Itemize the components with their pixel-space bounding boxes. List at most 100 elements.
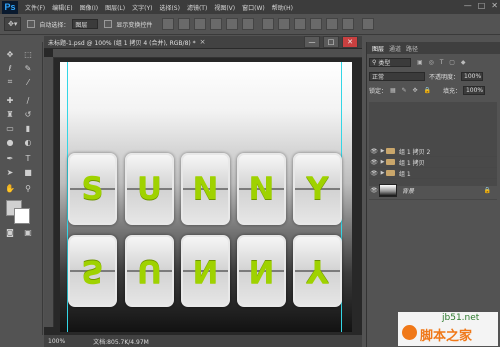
layer-name: 组 1 拷贝 [399, 159, 425, 167]
menu-type[interactable]: 文字(Y) [132, 3, 152, 12]
layer-filter-select[interactable]: ⚲ 类型 [369, 58, 411, 67]
zoom-tool-icon[interactable]: ⚲ [21, 182, 35, 194]
pen-tool-icon[interactable]: ✒ [3, 152, 17, 164]
fill-input[interactable]: 100% [462, 86, 485, 95]
minimize-button[interactable]: — [464, 1, 472, 10]
document-tab[interactable]: 未标题-1.psd @ 100% (组 1 拷贝 4 (合并), RGB/8) … [44, 36, 362, 49]
clone-stamp-tool-icon[interactable]: ♜ [3, 108, 17, 120]
align-left-icon[interactable] [210, 18, 223, 30]
reflection-tile[interactable]: S [68, 235, 117, 307]
quick-select-tool-icon[interactable]: ✎ [21, 62, 35, 74]
show-transform-checkbox[interactable] [104, 20, 113, 28]
blur-tool-icon[interactable]: ● [3, 136, 17, 148]
marquee-tool-icon[interactable]: ⬚ [21, 48, 35, 60]
distribute-top-icon[interactable] [262, 18, 275, 30]
doc-maximize-button[interactable]: □ [323, 36, 339, 48]
letter-n: N [192, 171, 219, 207]
distribute-left-icon[interactable] [310, 18, 323, 30]
align-vcenter-icon[interactable] [178, 18, 191, 30]
menu-filter[interactable]: 滤镜(T) [187, 3, 207, 12]
move-tool-icon[interactable]: ✥▾ [4, 17, 22, 31]
healing-brush-tool-icon[interactable]: ✚ [3, 94, 17, 106]
auto-align-icon[interactable] [362, 18, 375, 30]
screen-mode-icon[interactable]: ▣ [21, 226, 35, 238]
path-select-tool-icon[interactable]: ➤ [3, 166, 17, 178]
filter-kind-label: 类型 [378, 60, 391, 67]
move-tool-icon[interactable]: ✥ [3, 48, 17, 60]
brush-tool-icon[interactable]: ∕ [21, 94, 35, 106]
tab-paths[interactable]: 路径 [406, 44, 418, 53]
doc-close-button[interactable]: ✕ [342, 36, 358, 48]
letter-tile[interactable]: N [181, 153, 230, 225]
reflection-tile[interactable]: N [181, 235, 230, 307]
distribute-bottom-icon[interactable] [294, 18, 307, 30]
doc-minimize-button[interactable]: — [304, 36, 320, 48]
layer-name: 组 1 [399, 170, 411, 178]
layer-row[interactable]: 👁 背景 🔒 [369, 181, 497, 200]
quick-mask-icon[interactable]: ◙ [3, 226, 17, 238]
menu-edit[interactable]: 编辑(E) [52, 3, 72, 12]
layer-row[interactable]: 👁 ▶ 组 1 拷贝 [369, 157, 497, 168]
zoom-level[interactable]: 100% [48, 338, 65, 345]
align-hcenter-icon[interactable] [226, 18, 239, 30]
lasso-tool-icon[interactable]: ℓ [3, 62, 17, 74]
opacity-input[interactable]: 100% [461, 72, 484, 81]
history-brush-tool-icon[interactable]: ↺ [21, 108, 35, 120]
menu-view[interactable]: 视图(V) [214, 3, 235, 12]
letter-tile[interactable]: S [68, 153, 117, 225]
letter-u: U [136, 171, 163, 207]
maximize-button[interactable]: □ [478, 1, 486, 10]
reflected-letter-n: N [192, 253, 219, 289]
align-right-icon[interactable] [242, 18, 255, 30]
auto-select-checkbox[interactable] [27, 20, 36, 28]
close-button[interactable]: ✕ [491, 1, 498, 10]
letter-s: S [81, 171, 104, 207]
eyedropper-tool-icon[interactable]: ⁄ [21, 76, 35, 88]
menu-file[interactable]: 文件(F) [25, 3, 45, 12]
tab-channels[interactable]: 通道 [389, 44, 401, 53]
menu-layer[interactable]: 图层(L) [105, 3, 125, 12]
gradient-tool-icon[interactable]: ▮ [21, 122, 35, 134]
menu-window[interactable]: 窗口(W) [242, 3, 265, 12]
reflection-tile[interactable]: N [237, 235, 286, 307]
dodge-tool-icon[interactable]: ◐ [21, 136, 35, 148]
eye-icon[interactable]: 👁 [369, 187, 379, 194]
distribute-vcenter-icon[interactable] [278, 18, 291, 30]
expand-caret-icon[interactable]: ▶ [379, 170, 386, 176]
align-bottom-icon[interactable] [194, 18, 207, 30]
shape-tool-icon[interactable]: ■ [21, 166, 35, 178]
crop-tool-icon[interactable]: ⌗ [3, 76, 17, 88]
canvas[interactable]: S U N N Y S U N N Y [60, 62, 352, 332]
menu-help[interactable]: 帮助(H) [272, 3, 293, 12]
layer-name: 背景 [402, 187, 415, 195]
reflection-tile[interactable]: U [125, 235, 174, 307]
letter-tile[interactable]: U [125, 153, 174, 225]
expand-caret-icon[interactable]: ▶ [379, 148, 386, 154]
type-tool-icon[interactable]: T [21, 152, 35, 164]
expand-caret-icon[interactable]: ▶ [379, 159, 386, 165]
lock-icons[interactable]: ▦ ✎ ✥ 🔒 [390, 87, 433, 94]
auto-select-dropdown[interactable]: 图层 [72, 19, 99, 29]
letter-tile[interactable]: Y [293, 153, 342, 225]
letter-n-2: N [248, 171, 275, 207]
layer-row[interactable]: 👁 ▶ 组 1 [369, 168, 497, 179]
eye-icon[interactable]: 👁 [369, 148, 379, 155]
menu-select[interactable]: 选择(S) [159, 3, 180, 12]
filter-icons[interactable]: ▣ ◎ T ▢ ◆ [417, 59, 467, 66]
close-tab-icon[interactable]: × [200, 38, 206, 46]
reflected-letter-y: Y [306, 253, 329, 289]
align-top-icon[interactable] [162, 18, 175, 30]
distribute-right-icon[interactable] [342, 18, 355, 30]
hand-tool-icon[interactable]: ✋ [3, 182, 17, 194]
background-color-swatch[interactable] [14, 208, 30, 224]
blend-mode-select[interactable]: 正常 [369, 72, 425, 81]
reflection-tile[interactable]: Y [293, 235, 342, 307]
layer-row[interactable]: 👁 ▶ 组 1 拷贝 2 [369, 146, 497, 157]
menu-image[interactable]: 图像(I) [80, 3, 98, 12]
letter-tile[interactable]: N [237, 153, 286, 225]
eye-icon[interactable]: 👁 [369, 170, 379, 177]
distribute-hcenter-icon[interactable] [326, 18, 339, 30]
eraser-tool-icon[interactable]: ▭ [3, 122, 17, 134]
eye-icon[interactable]: 👁 [369, 159, 379, 166]
tab-layers[interactable]: 图层 [372, 44, 384, 53]
